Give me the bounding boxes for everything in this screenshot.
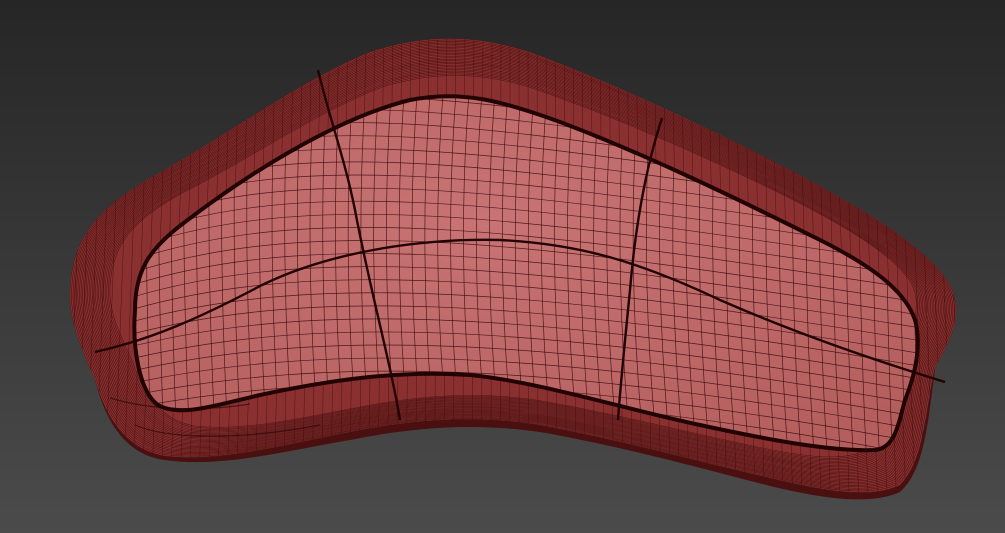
3d-viewport[interactable]	[0, 0, 1005, 533]
viewport-scene[interactable]	[0, 0, 1005, 533]
